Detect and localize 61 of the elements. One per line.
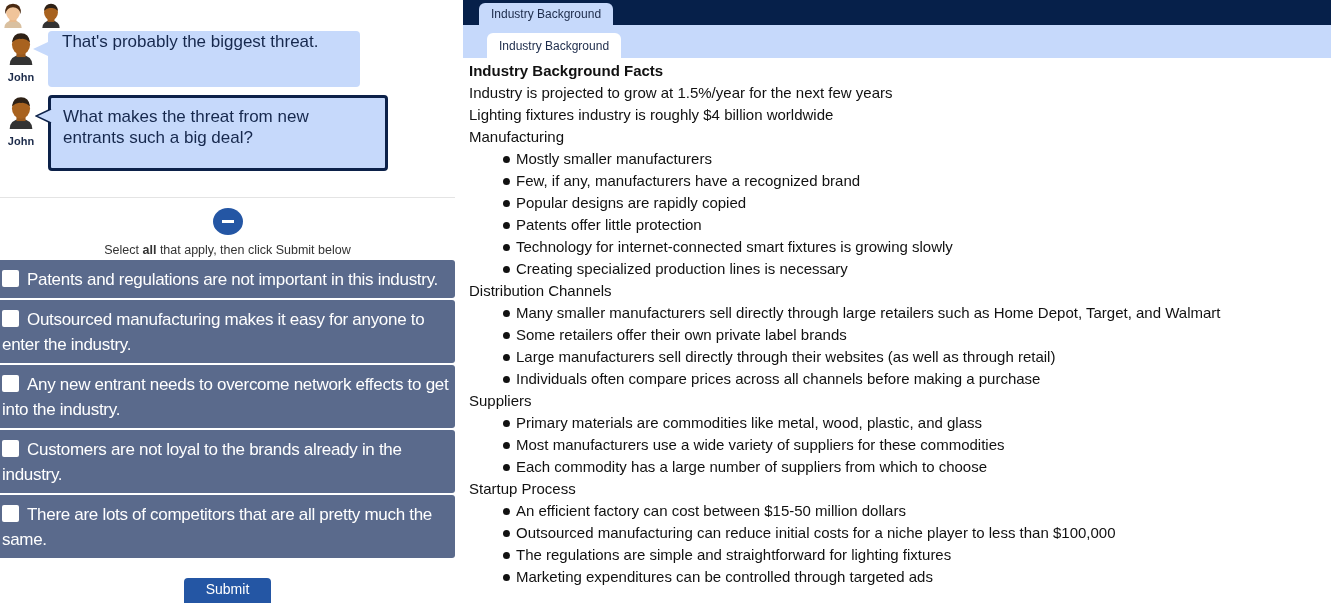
answer-option[interactable]: There are lots of competitors that are all pretty much the same. [0,495,455,558]
checkbox[interactable] [2,270,19,287]
bullet-icon [503,508,510,515]
bullet-icon [503,178,510,185]
section-heading: Distribution Channels [469,281,613,301]
bullet-icon [503,354,510,361]
bullet-text: Mostly smaller manufacturers [516,149,712,169]
bullet-text: Few, if any, manufacturers have a recognized brand [516,171,861,191]
bullet-icon [503,376,510,383]
bullet-icon [503,574,510,581]
bullet-icon [503,244,510,251]
checkbox[interactable] [2,505,19,522]
instruction-text: Select all that apply, then click Submit below [103,243,352,257]
checkbox[interactable] [2,440,19,457]
checkbox[interactable] [2,375,19,392]
fact-text: Industry is projected to grow at 1.5%/year for the next few years [469,83,894,103]
bullet-text: Primary materials are commodities like metal, wood, plastic, and glass [516,413,982,433]
bullet-text: Large manufacturers sell directly through their websites (as well as through retail) [516,347,1056,367]
bullet-icon [503,552,510,559]
collapse-button[interactable] [212,207,243,235]
sub-tab[interactable]: Industry Background [487,33,622,58]
bullet-text: The regulations are simple and straightforward for lighting fixtures [516,545,952,565]
submit-button[interactable]: Submit [183,578,272,603]
bullet-text: Patents offer little protection [516,215,702,235]
bullet-icon [503,200,510,207]
checkbox[interactable] [2,310,19,327]
bullet-text: Many smaller manufacturers sell directly through large retailers such as Home Depot, Target, and Walmart [516,303,1221,323]
bullet-icon [503,420,510,427]
speaker-name: John [7,70,35,83]
answer-option[interactable]: Outsourced manufacturing makes it easy for anyone to enter the industry. [0,300,455,363]
section-heading: Manufacturing [469,127,566,147]
bullet-text: An efficient factory can cost between $15-50 million dollars [516,501,906,521]
bullet-icon [503,222,510,229]
bubble-tail [32,40,50,57]
section-heading: Suppliers [469,391,533,411]
bullet-text: Popular designs are rapidly copied [516,193,747,213]
answer-option[interactable]: Patents and regulations are not important in this industry. [0,260,455,298]
answer-option[interactable]: Any new entrant needs to overcome network effects to get into the industry. [0,365,455,428]
bullet-icon [503,266,510,273]
bullet-icon [503,530,510,537]
bullet-text: Outsourced manufacturing can reduce initial costs for a niche player to less than $100,000 [516,523,1116,543]
bullet-text: Creating specialized production lines is necessary [516,259,848,279]
bullet-icon [503,156,510,163]
answer-option[interactable]: Customers are not loyal to the brands already in the industry. [0,430,455,493]
fact-text: Lighting fixtures industry is roughly $4 billion worldwide [469,105,835,125]
bullet-icon [503,442,510,449]
section-heading: Startup Process [469,479,577,499]
content-title: Industry Background Facts [469,61,665,81]
bullet-text: Marketing expenditures can be controlled through targeted ads [516,567,933,587]
tab[interactable]: Industry Background [479,3,614,25]
bullet-icon [503,464,510,471]
bubble-tail [35,107,53,124]
speaker-name: John [7,134,35,147]
bullet-text: Most manufacturers use a wide variety of suppliers for these commodities [516,435,1005,455]
bullet-text: Technology for internet-connected smart fixtures is growing slowly [516,237,953,257]
bullet-text: Each commodity has a large number of suppliers from which to choose [516,457,988,477]
bullet-text: Some retailers offer their own private label brands [516,325,847,345]
bullet-icon [503,332,510,339]
minus-icon [221,219,234,223]
bullet-icon [503,310,510,317]
bullet-text: Individuals often compare prices across all channels before making a purchase [516,369,1041,389]
